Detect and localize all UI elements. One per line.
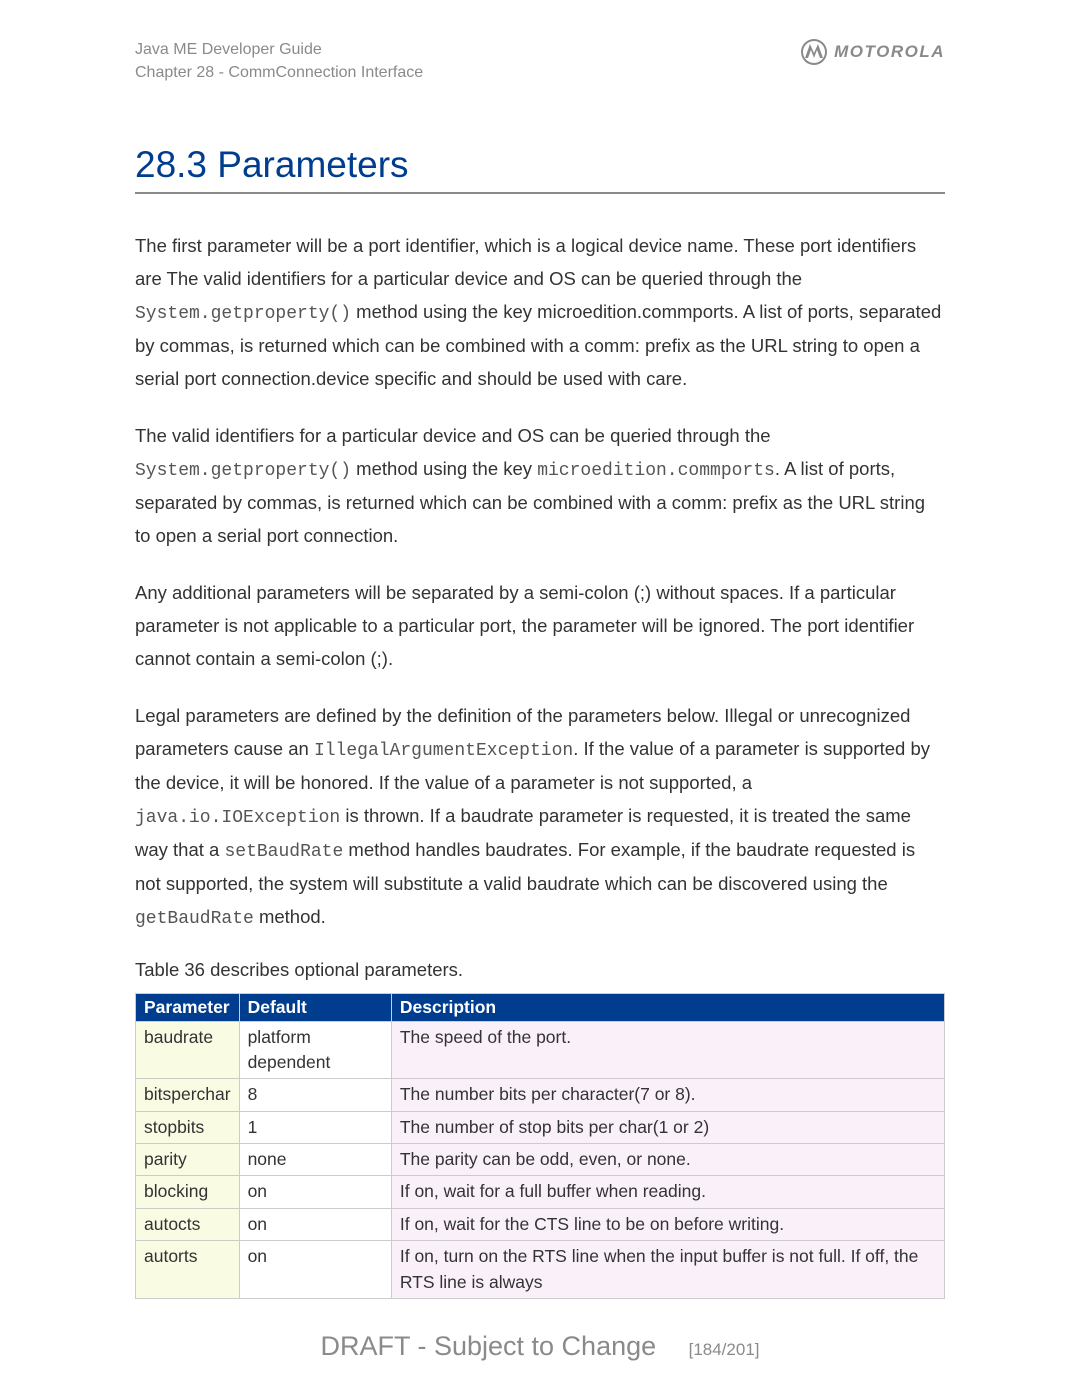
cell-description: If on, turn on the RTS line when the inp… xyxy=(391,1241,944,1299)
table-row: baudrate platform dependent The speed of… xyxy=(136,1021,945,1079)
code-setbaudrate: setBaudRate xyxy=(224,842,343,862)
code-ioexception: java.io.IOException xyxy=(135,808,340,828)
code-system-getproperty: System.getproperty() xyxy=(135,304,351,324)
code-getbaudrate: getBaudRate xyxy=(135,909,254,929)
col-header-default: Default xyxy=(239,993,391,1021)
cell-default: none xyxy=(239,1144,391,1176)
header-text-block: Java ME Developer Guide Chapter 28 - Com… xyxy=(135,38,423,84)
section-heading: 28.3 Parameters xyxy=(135,144,945,194)
cell-default: 8 xyxy=(239,1079,391,1111)
cell-description: If on, wait for a full buffer when readi… xyxy=(391,1176,944,1208)
paragraph-2: The valid identifiers for a particular d… xyxy=(135,420,945,553)
cell-description: The speed of the port. xyxy=(391,1021,944,1079)
table-header-row: Parameter Default Description xyxy=(136,993,945,1021)
cell-default: 1 xyxy=(239,1111,391,1143)
code-system-getproperty: System.getproperty() xyxy=(135,461,351,481)
code-illegal-argument-exception: IllegalArgumentException xyxy=(314,741,573,761)
cell-parameter: parity xyxy=(136,1144,240,1176)
table-row: bitsperchar 8 The number bits per charac… xyxy=(136,1079,945,1111)
cell-parameter: baudrate xyxy=(136,1021,240,1079)
table-caption: Table 36 describes optional parameters. xyxy=(135,959,945,981)
cell-parameter: stopbits xyxy=(136,1111,240,1143)
cell-description: The number of stop bits per char(1 or 2) xyxy=(391,1111,944,1143)
brand-logo: MOTOROLA xyxy=(800,38,945,66)
cell-parameter: bitsperchar xyxy=(136,1079,240,1111)
paragraph-1: The first parameter will be a port ident… xyxy=(135,230,945,396)
cell-parameter: autocts xyxy=(136,1208,240,1240)
table-row: autocts on If on, wait for the CTS line … xyxy=(136,1208,945,1240)
col-header-parameter: Parameter xyxy=(136,993,240,1021)
header-line-2: Chapter 28 - CommConnection Interface xyxy=(135,61,423,84)
cell-parameter: blocking xyxy=(136,1176,240,1208)
table-row: parity none The parity can be odd, even,… xyxy=(136,1144,945,1176)
cell-description: The parity can be odd, even, or none. xyxy=(391,1144,944,1176)
brand-text: MOTOROLA xyxy=(834,42,945,62)
draft-watermark: DRAFT - Subject to Change xyxy=(320,1331,656,1361)
cell-default: on xyxy=(239,1208,391,1240)
table-row: blocking on If on, wait for a full buffe… xyxy=(136,1176,945,1208)
table-row: stopbits 1 The number of stop bits per c… xyxy=(136,1111,945,1143)
page-footer: DRAFT - Subject to Change [184/201] xyxy=(0,1331,1080,1362)
page-number: [184/201] xyxy=(689,1340,760,1359)
code-microedition-commports: microedition.commports xyxy=(537,461,775,481)
cell-parameter: autorts xyxy=(136,1241,240,1299)
cell-description: If on, wait for the CTS line to be on be… xyxy=(391,1208,944,1240)
table-row: autorts on If on, turn on the RTS line w… xyxy=(136,1241,945,1299)
paragraph-3: Any additional parameters will be separa… xyxy=(135,577,945,676)
section-title-text: Parameters xyxy=(217,144,408,185)
cell-description: The number bits per character(7 or 8). xyxy=(391,1079,944,1111)
parameters-table: Parameter Default Description baudrate p… xyxy=(135,993,945,1299)
col-header-description: Description xyxy=(391,993,944,1021)
paragraph-4: Legal parameters are defined by the defi… xyxy=(135,700,945,935)
cell-default: on xyxy=(239,1176,391,1208)
page-header: Java ME Developer Guide Chapter 28 - Com… xyxy=(135,38,945,84)
cell-default: platform dependent xyxy=(239,1021,391,1079)
header-line-1: Java ME Developer Guide xyxy=(135,38,423,61)
section-number: 28.3 xyxy=(135,144,207,185)
motorola-icon xyxy=(800,38,828,66)
cell-default: on xyxy=(239,1241,391,1299)
